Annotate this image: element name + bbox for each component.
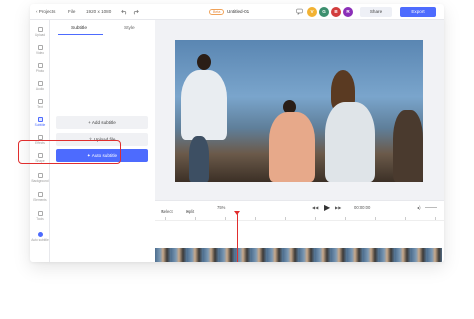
video-icon	[37, 45, 43, 50]
rail-item-subtitle[interactable]: Subtitle	[30, 117, 50, 127]
resolution-label[interactable]: 1920 x 1080	[86, 9, 111, 14]
ruler-tick	[405, 217, 406, 220]
ruler-tick	[435, 217, 436, 220]
auto-subtitle-icon	[37, 232, 43, 237]
rail-item-audio[interactable]: Audio	[30, 81, 50, 91]
time-ruler	[155, 215, 444, 221]
avatar-g[interactable]: G	[319, 7, 329, 17]
ruler-tick	[315, 217, 316, 220]
rail-item-video[interactable]: Video	[30, 45, 50, 55]
share-button[interactable]: Share	[360, 7, 392, 17]
editor-window: ‹ Projects File 1920 x 1080 Beta Untitle…	[30, 4, 444, 262]
person-2-body	[269, 112, 315, 182]
timeline: ↖ Select ✂ Split 75% ◀◀ ▶ ▶▶ 00:00:00 ◂)	[155, 200, 444, 262]
person-1-head	[197, 54, 211, 70]
playhead-handle[interactable]	[234, 211, 240, 215]
elements-icon	[37, 192, 43, 197]
play-icon[interactable]: ▶	[324, 203, 330, 212]
photo-icon	[37, 63, 43, 68]
avatar-v[interactable]: V	[307, 7, 317, 17]
playhead[interactable]	[237, 212, 238, 262]
auto-subtitle-highlight	[18, 140, 121, 164]
previous-frame-icon[interactable]: ◀◀	[312, 205, 318, 210]
active-tab-indicator	[58, 34, 103, 35]
comment-icon[interactable]	[296, 8, 303, 15]
timeline-toolbar: ↖ Select ✂ Split 75% ◀◀ ▶ ▶▶ 00:00:00 ◂)	[155, 201, 444, 214]
ruler-tick	[255, 217, 256, 220]
tools-icon	[37, 211, 43, 216]
file-menu[interactable]: File	[68, 9, 75, 14]
video-preview[interactable]	[175, 40, 423, 182]
subtitle-icon	[37, 117, 43, 122]
next-frame-icon[interactable]: ▶▶	[335, 205, 341, 210]
audio-icon	[37, 81, 43, 86]
ruler-tick	[375, 217, 376, 220]
rail-item-auto-subtitle[interactable]: Auto subtitle	[30, 232, 50, 242]
background-icon	[37, 173, 43, 178]
add-subtitle-button[interactable]: + Add subtitle	[56, 116, 148, 129]
undo-icon[interactable]	[121, 8, 128, 15]
volume-slider[interactable]	[425, 207, 437, 208]
text-icon	[37, 99, 43, 104]
ruler-tick	[225, 217, 226, 220]
rail-item-upload[interactable]: Upload	[30, 27, 50, 37]
video-track[interactable]	[155, 248, 442, 262]
zoom-level[interactable]: 75%	[217, 205, 225, 210]
rail-item-photo[interactable]: Photo	[30, 63, 50, 73]
beta-badge: Beta	[209, 9, 225, 15]
rail-item-background[interactable]: Background	[30, 173, 50, 183]
rail-item-elements[interactable]: Elements	[30, 192, 50, 202]
avatar-b[interactable]: B	[331, 7, 341, 17]
avatar-r[interactable]: R	[343, 7, 353, 17]
rail-item-text[interactable]: Text	[30, 99, 50, 109]
ruler-tick	[285, 217, 286, 220]
ruler-tick	[195, 217, 196, 220]
project-title[interactable]: Untitled-01	[227, 9, 249, 14]
canvas-area	[155, 20, 444, 200]
export-button[interactable]: Export	[400, 7, 436, 17]
timecode: 00:00:00	[354, 205, 371, 210]
redo-icon[interactable]	[132, 8, 139, 15]
projects-link[interactable]: ‹ Projects	[36, 9, 55, 14]
tab-subtitle[interactable]: Subtitle	[71, 26, 87, 31]
ruler-tick	[165, 217, 166, 220]
person-4-body	[393, 110, 423, 182]
person-3-body	[325, 102, 375, 182]
person-1-legs	[189, 136, 209, 182]
volume-icon[interactable]: ◂)	[417, 205, 421, 210]
rail-item-tools[interactable]: Tools	[30, 211, 50, 221]
top-bar: ‹ Projects File 1920 x 1080 Beta Untitle…	[30, 4, 444, 20]
upload-icon	[37, 27, 43, 32]
ruler-tick	[345, 217, 346, 220]
tab-style[interactable]: Style	[124, 26, 135, 31]
person-1-body	[181, 70, 227, 140]
